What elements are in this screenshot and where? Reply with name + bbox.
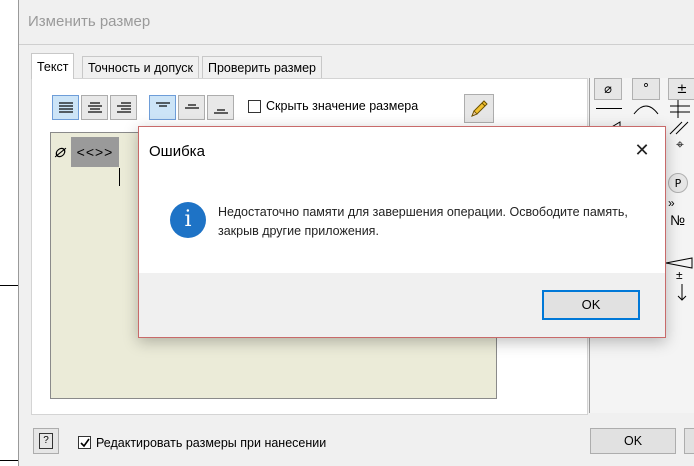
checkmark-icon	[79, 438, 90, 447]
align-right-button[interactable]	[110, 95, 137, 120]
info-icon: i	[170, 202, 206, 238]
modal-ok-button[interactable]: OK	[542, 290, 640, 320]
dialog-title: Изменить размер	[28, 13, 151, 30]
tab-text[interactable]: Текст	[31, 53, 75, 79]
align-right-icon	[116, 101, 131, 113]
valign-middle-button[interactable]	[178, 95, 205, 120]
symbol-diameter[interactable]: ⌀	[594, 78, 622, 100]
hide-value-checkbox[interactable]	[248, 100, 261, 113]
symbol-tolerance-stack[interactable]: ±	[676, 269, 683, 281]
symbol-circled-p[interactable]: P	[668, 173, 688, 193]
align-left-button[interactable]	[52, 95, 79, 120]
help-button[interactable]: ?	[33, 428, 59, 454]
align-center-button[interactable]	[81, 95, 108, 120]
tab-check-dimension[interactable]: Проверить размер	[202, 56, 322, 78]
diameter-symbol: ⌀	[54, 141, 65, 162]
valign-bottom-icon	[213, 108, 228, 114]
tab-precision-tolerance[interactable]: Точность и допуск	[82, 56, 199, 78]
cancel-button-partial[interactable]	[684, 428, 694, 454]
symbol-number[interactable]: №	[670, 212, 685, 228]
target-symbol-icon[interactable]: ⌖	[676, 136, 684, 153]
text-cursor	[119, 168, 120, 186]
valign-bottom-button[interactable]	[207, 95, 234, 120]
align-left-icon	[58, 101, 73, 113]
arc-symbol-icon[interactable]	[632, 100, 660, 116]
dimension-value-token[interactable]: <<>>	[71, 137, 119, 167]
edit-text-button[interactable]	[464, 94, 494, 123]
edit-on-place-checkbox[interactable]	[78, 436, 91, 449]
valign-top-button[interactable]	[149, 95, 176, 120]
align-center-icon	[87, 101, 102, 113]
symbol-degree[interactable]: °	[632, 78, 660, 100]
modal-title: Ошибка	[149, 143, 205, 160]
pencil-icon	[471, 99, 488, 117]
arrow-down-icon[interactable]	[676, 284, 688, 302]
edit-on-place-label: Редактировать размеры при нанесении	[96, 436, 327, 450]
valign-top-icon	[155, 101, 170, 107]
palette-line-symbol	[596, 108, 622, 109]
chevron-double-right-icon[interactable]: »	[668, 196, 675, 210]
help-icon: ?	[39, 433, 53, 449]
valign-middle-icon	[184, 103, 199, 109]
close-icon[interactable]: ✕	[631, 139, 653, 161]
ok-button[interactable]: OK	[590, 428, 676, 454]
modal-message: Недостаточно памяти для завершения опера…	[218, 205, 628, 238]
symbol-plus-minus[interactable]: ±	[668, 78, 694, 100]
diagonal-symbol-icon[interactable]	[668, 120, 692, 136]
hash-symbol-icon[interactable]	[668, 100, 692, 118]
hide-value-label: Скрыть значение размера	[266, 99, 419, 113]
error-modal: Ошибка ✕ i Недостаточно памяти для завер…	[138, 126, 666, 338]
drawing-tick	[0, 285, 18, 286]
title-divider	[19, 44, 694, 45]
